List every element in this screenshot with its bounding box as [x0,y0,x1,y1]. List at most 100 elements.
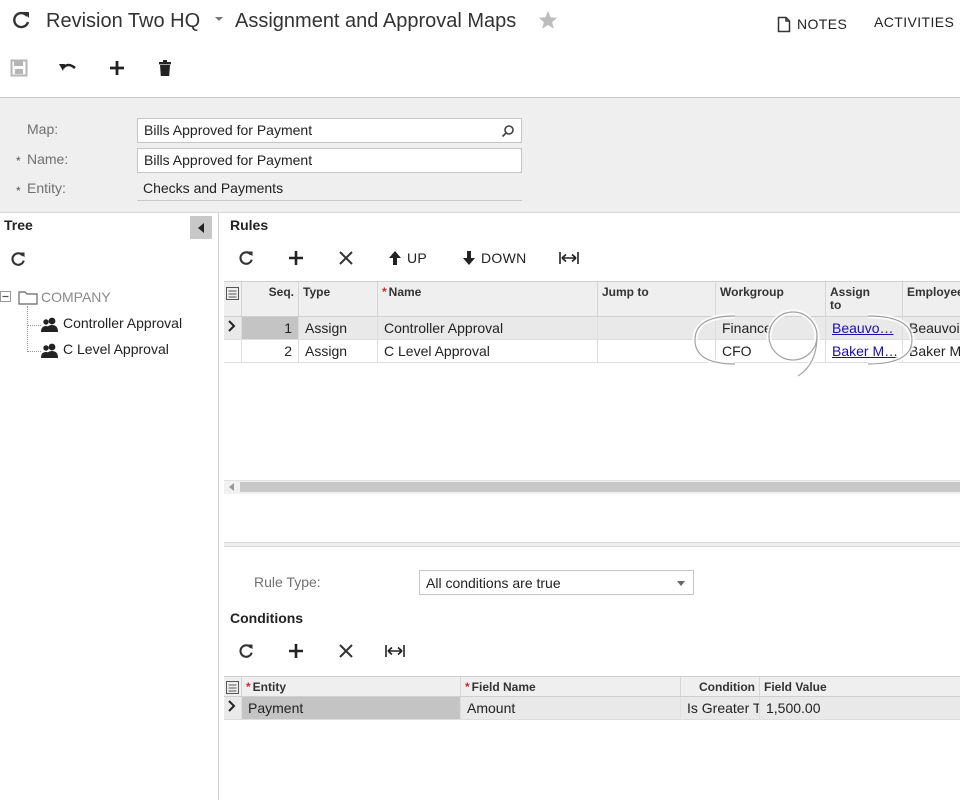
company-selector[interactable]: Revision Two HQ [46,10,200,33]
col-name[interactable]: * Name [377,282,597,316]
tree-connector [27,325,41,326]
chevron-down-icon [677,581,685,586]
scroll-left-icon[interactable] [229,483,235,491]
cell-assign-to[interactable]: Baker M… [825,340,902,362]
cell-jump-to[interactable] [597,317,715,339]
cell-condition[interactable]: Is Greater T [680,697,759,719]
name-label: Name: [27,151,69,167]
page-title: Assignment and Approval Maps [235,10,517,32]
cell-employee[interactable]: Baker M [902,340,960,362]
cell-name[interactable]: Controller Approval [377,317,597,339]
col-assign-to-line2: to [830,298,842,312]
cell-jump-to[interactable] [597,340,715,362]
name-input[interactable]: Bills Approved for Payment [137,148,522,173]
add-icon[interactable] [104,55,130,81]
tree-node-controller-approval[interactable]: Controller Approval [63,315,182,331]
cell-seq[interactable]: 2 [241,340,298,362]
required-mark: * [465,680,470,694]
rules-add-button[interactable] [288,245,304,271]
cell-field-value[interactable]: 1,500.00 [759,697,960,719]
grid-settings-icon[interactable] [224,282,241,316]
add-icon [288,643,304,659]
col-seq[interactable]: Seq. [241,282,298,316]
cell-type[interactable]: Assign [298,340,377,362]
entity-value: Checks and Payments [137,176,522,201]
cell-field-name[interactable]: Amount [460,697,680,719]
undo-icon[interactable] [55,55,81,81]
required-mark: * [246,680,251,694]
required-mark: * [16,154,21,168]
map-selector[interactable]: Bills Approved for Payment [137,118,522,143]
assign-to-link[interactable]: Beauvo… [832,320,893,336]
cell-employee[interactable]: Beauvoi [902,317,960,339]
refresh-icon[interactable] [10,9,32,31]
conditions-add-button[interactable] [288,638,304,664]
row-selector[interactable] [224,340,241,362]
col-entity[interactable]: * Entity [241,677,460,696]
rules-grid-header: Seq. Type * Name Jump to Workgroup Assign… [224,281,960,317]
cell-workgroup[interactable]: Finance [715,317,825,339]
cell-seq[interactable]: 1 [241,317,298,339]
arrow-down-icon [462,250,476,266]
col-type[interactable]: Type [298,282,377,316]
move-down-button[interactable]: DOWN [462,245,527,271]
activities-button[interactable]: ACTIVITIES [874,14,954,30]
col-entity-label: Entity [252,680,287,694]
table-row[interactable]: 2 Assign C Level Approval CFO Baker M… B… [224,340,960,363]
close-icon [338,250,354,266]
notes-button[interactable]: NOTES [777,14,847,34]
search-icon[interactable] [501,124,515,138]
tree-title: Tree [4,217,33,233]
fit-width-icon [559,250,579,266]
cell-entity[interactable]: Payment [241,697,460,719]
favorite-star-icon[interactable] [537,9,559,31]
scrollbar-thumb[interactable] [240,482,960,492]
users-icon [41,316,60,332]
cell-workgroup[interactable]: CFO [715,340,825,362]
rules-title: Rules [230,217,269,233]
move-up-button[interactable]: UP [388,245,427,271]
cell-name[interactable]: C Level Approval [377,340,597,362]
col-field-value[interactable]: Field Value [759,677,960,696]
row-selector-icon[interactable] [224,697,241,719]
col-field-name-label: Field Name [471,680,536,694]
col-employee[interactable]: Employee [902,282,960,316]
rule-type-select[interactable]: All conditions are true [419,570,694,595]
conditions-delete-button[interactable] [338,638,354,664]
assign-to-link[interactable]: Baker M… [832,343,898,359]
cell-assign-to[interactable]: Beauvo… [825,317,902,339]
col-assign-to[interactable]: Assign to [825,282,902,316]
conditions-fit-columns-button[interactable] [385,638,405,664]
delete-icon[interactable] [152,55,178,81]
folder-icon [18,289,38,305]
col-workgroup[interactable]: Workgroup [715,282,825,316]
tree-refresh-icon[interactable] [9,250,27,268]
collapse-node-icon[interactable] [0,291,11,302]
col-field-name[interactable]: * Field Name [460,677,680,696]
conditions-refresh-button[interactable] [237,638,255,664]
fit-columns-button[interactable] [559,245,579,271]
rules-refresh-button[interactable] [237,245,255,271]
rules-delete-button[interactable] [338,245,354,271]
splitter-handle[interactable] [224,542,960,547]
grid-settings-icon[interactable] [224,677,241,696]
col-jump-to[interactable]: Jump to [597,282,715,316]
refresh-icon [237,642,255,660]
col-condition[interactable]: Condition [680,677,759,696]
tree-node-company[interactable]: COMPANY [41,289,111,305]
move-up-label: UP [407,250,428,266]
cell-type[interactable]: Assign [298,317,377,339]
save-icon[interactable] [6,55,32,81]
row-selector-icon[interactable] [224,317,241,339]
chevron-down-icon[interactable] [213,15,225,23]
tree-node-c-level-approval[interactable]: C Level Approval [63,341,169,357]
notes-label: NOTES [797,16,848,32]
collapse-panel-button[interactable] [190,216,212,239]
table-row[interactable]: 1 Assign Controller Approval Finance Bea… [224,317,960,340]
table-row[interactable]: Payment Amount Is Greater T 1,500.00 [224,697,960,720]
conditions-title: Conditions [230,610,304,626]
map-label: Map: [27,121,59,137]
tree-connector [27,306,28,350]
required-mark: * [382,285,387,299]
header-form: Map: Bills Approved for Payment * Name: … [0,97,960,213]
